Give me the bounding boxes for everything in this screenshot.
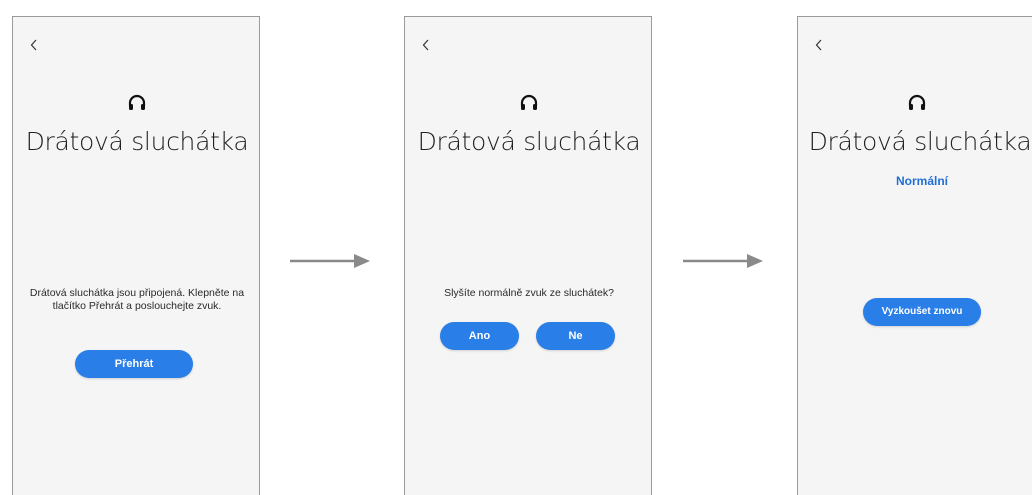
yes-button[interactable]: Ano bbox=[440, 322, 519, 350]
screen-connected: Drátová sluchátka Drátová sluchátka jsou… bbox=[12, 16, 260, 495]
arrow-right-icon bbox=[290, 254, 370, 268]
back-button[interactable] bbox=[812, 35, 826, 55]
page-title: Drátová sluchátka bbox=[25, 127, 249, 156]
instruction-text: Drátová sluchátka jsou připojená. Klepně… bbox=[29, 287, 245, 312]
no-button[interactable]: Ne bbox=[536, 322, 615, 350]
page-title: Drátová sluchátka bbox=[808, 127, 1032, 156]
result-text: Normální bbox=[895, 174, 948, 188]
screen-result: Drátová sluchátka Normální Vyzkoušet zno… bbox=[797, 16, 1032, 495]
arrow-right-icon bbox=[683, 254, 763, 268]
page-title: Drátová sluchátka bbox=[417, 127, 641, 156]
chevron-left-icon bbox=[815, 39, 822, 51]
chevron-left-icon bbox=[422, 39, 429, 51]
chevron-left-icon bbox=[30, 39, 37, 51]
screen-question: Drátová sluchátka Slyšíte normálně zvuk … bbox=[404, 16, 652, 495]
flow-diagram: Drátová sluchátka Drátová sluchátka jsou… bbox=[0, 0, 1032, 495]
headphones-icon bbox=[128, 94, 146, 110]
back-button[interactable] bbox=[27, 35, 41, 55]
back-button[interactable] bbox=[419, 35, 433, 55]
headphones-icon bbox=[908, 94, 926, 110]
question-text: Slyšíte normálně zvuk ze sluchátek? bbox=[444, 287, 614, 299]
headphones-icon bbox=[520, 94, 538, 110]
retry-button[interactable]: Vyzkoušet znovu bbox=[863, 298, 981, 326]
play-button[interactable]: Přehrát bbox=[75, 350, 193, 378]
